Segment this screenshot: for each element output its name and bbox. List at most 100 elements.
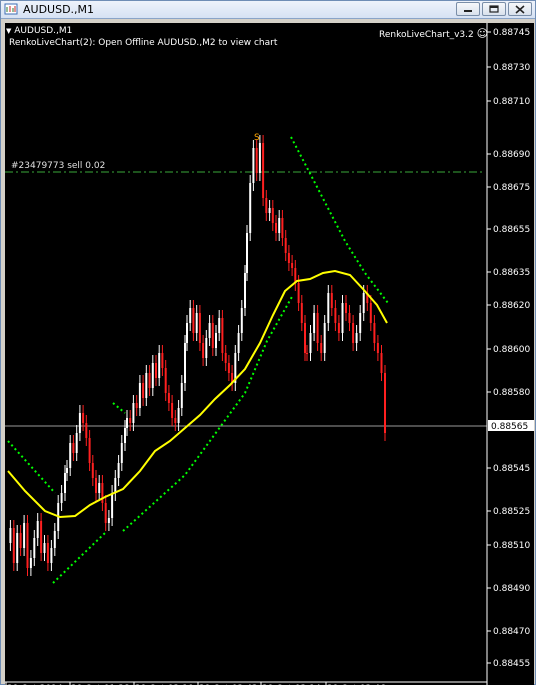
candle-body: [91, 463, 94, 478]
candle-body: [278, 218, 281, 233]
y-tick-label: 0.88455: [493, 659, 530, 669]
candle-body: [240, 308, 243, 333]
signal-marker: S: [254, 133, 260, 143]
restore-icon: [489, 5, 499, 13]
candle-body: [129, 418, 132, 423]
candle-body: [195, 313, 198, 333]
candle-body: [304, 323, 306, 353]
y-tick-label: 0.88675: [493, 183, 530, 193]
candle-body: [75, 433, 78, 453]
candle-body: [320, 343, 323, 353]
candle-body: [262, 143, 265, 198]
candle-body: [78, 413, 81, 433]
candle-body: [82, 413, 85, 423]
y-axis[interactable]: 0.88745 0.88730 0.88710 0.88690 0.88675 0.886…: [487, 28, 530, 669]
chart-window: AUDUSD.,M1 S 0.88745 0.88730 0.88710 0.8…: [0, 0, 536, 685]
y-tick-label: 0.88730: [493, 63, 530, 73]
candle-body: [246, 233, 248, 273]
minimize-button[interactable]: [456, 2, 480, 16]
candle-body: [376, 343, 379, 353]
candle-body: [198, 313, 201, 343]
candle-body: [12, 528, 15, 563]
candle-body: [268, 208, 271, 213]
candle-body: [211, 323, 214, 348]
price-chart[interactable]: S 0.88745 0.88730 0.88710 0.88690 0.88675 0.8…: [5, 23, 534, 685]
candle-body: [291, 263, 294, 268]
candle-body: [148, 373, 151, 388]
y-tick-label: 0.88545: [493, 464, 530, 474]
candle-body: [132, 403, 135, 423]
candle-body: [265, 198, 268, 213]
candle-body: [237, 333, 240, 353]
triangle-icon: ▼: [6, 27, 12, 35]
candle-body: [66, 468, 68, 473]
candle-body: [180, 383, 183, 408]
restore-button[interactable]: [482, 2, 506, 16]
title-bar[interactable]: AUDUSD.,M1: [1, 1, 535, 19]
candle-body: [98, 483, 101, 493]
candle-body: [186, 323, 188, 343]
candle-body: [271, 208, 274, 223]
candle-body: [174, 418, 177, 423]
candle-body: [249, 183, 252, 233]
candle-body: [297, 283, 300, 303]
candle-body: [46, 543, 49, 563]
candle-body: [352, 323, 355, 343]
candle-body: [323, 323, 326, 353]
candle-body: [202, 343, 205, 358]
chart-window-icon: [4, 3, 18, 15]
candle-body: [101, 483, 104, 503]
candle-body: [161, 353, 164, 368]
candle-body: [117, 463, 120, 478]
candle-body: [142, 383, 145, 398]
y-tick-label: 0.88620: [493, 301, 530, 311]
candle-body: [221, 318, 224, 353]
candle-body: [120, 443, 123, 463]
candle-body: [384, 373, 386, 433]
y-tick-label: 0.88470: [493, 627, 530, 637]
y-tick-label: 0.88655: [493, 225, 530, 235]
symbol-text: AUDUSD.,M1: [14, 26, 73, 36]
smiley-icon: ☺: [476, 27, 489, 40]
close-button[interactable]: [508, 2, 532, 16]
indicator-name: RenkoLiveChart_v3.2 ☺: [379, 28, 488, 41]
candle-body: [19, 533, 22, 548]
indicator-status-text: RenkoLiveChart(2): Open Offline AUDUSD.,…: [9, 38, 278, 48]
candle-body: [309, 333, 312, 353]
candle-body: [355, 333, 358, 343]
candle-body: [218, 318, 221, 333]
chart-canvas[interactable]: S 0.887450.887300.887100.886900.886750.8…: [5, 23, 534, 685]
candle-body: [316, 313, 319, 343]
candle-body: [145, 373, 148, 398]
candle-body: [171, 403, 174, 418]
candle-body: [88, 438, 91, 463]
order-line-label: #23479773 sell 0.02: [11, 161, 106, 171]
candle-body: [64, 473, 66, 493]
candle-body: [337, 323, 340, 333]
candle-body: [348, 313, 351, 323]
candle-body: [16, 533, 19, 563]
candle-body: [313, 313, 316, 333]
candle-body: [345, 303, 347, 313]
candle-body: [126, 418, 128, 428]
candle-body: [60, 493, 63, 503]
candle-body: [330, 293, 333, 308]
y-tick-label: 0.88635: [493, 268, 530, 278]
candle-body: [275, 223, 277, 233]
candle-body: [244, 273, 246, 308]
candle-body: [69, 443, 72, 468]
candle-body: [192, 308, 195, 333]
candle-body: [341, 303, 344, 333]
candle-body: [9, 528, 12, 543]
candle-body: [158, 353, 161, 378]
y-tick-label: 0.88490: [493, 584, 530, 594]
window-title: AUDUSD.,M1: [23, 3, 95, 16]
candle-body: [359, 313, 362, 333]
current-price-tag-text: 0.88565: [491, 422, 528, 432]
candle-body: [184, 343, 186, 383]
candle-body: [281, 218, 284, 238]
candle-body: [138, 383, 141, 408]
candle-body: [334, 308, 337, 323]
candle-body: [72, 443, 75, 453]
candle-body: [43, 543, 46, 553]
